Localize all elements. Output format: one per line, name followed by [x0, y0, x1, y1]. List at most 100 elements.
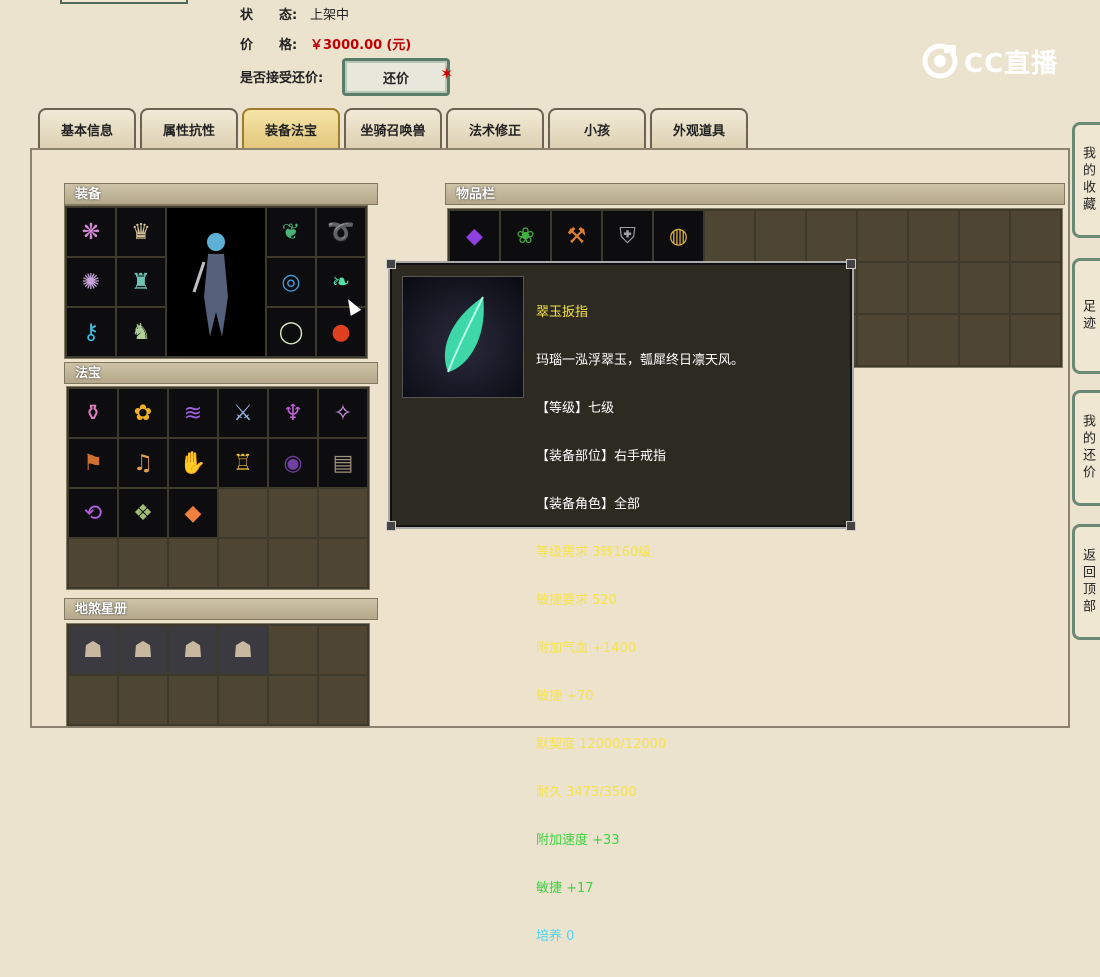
treasure-slot[interactable]: ❖ [119, 489, 167, 537]
star-card-slot-empty[interactable] [269, 626, 317, 674]
treasure-slot-empty[interactable] [219, 539, 267, 587]
star-card-slot[interactable]: ☗ [169, 626, 217, 674]
treasure-slot[interactable]: ♆ [269, 389, 317, 437]
inventory-slot[interactable]: ⚒ [552, 211, 601, 261]
tab-label: 外观道具 [672, 123, 725, 139]
equip-slot-orb[interactable]: ● [317, 308, 365, 356]
treasure-slot[interactable]: ⚑ [69, 439, 117, 487]
treasure-slot[interactable]: ✧ [319, 389, 367, 437]
star-card-slot-empty[interactable] [169, 676, 217, 724]
inventory-slot-empty[interactable] [1011, 263, 1060, 313]
my-favorites-button[interactable]: 我的收藏 [1072, 122, 1100, 238]
equip-slot-necklace[interactable]: ♛ [117, 208, 165, 256]
treasure-slot-empty[interactable] [219, 489, 267, 537]
inventory-slot-empty[interactable] [705, 211, 754, 261]
treasure-slot[interactable]: ♫ [119, 439, 167, 487]
inventory-slot-empty[interactable] [909, 315, 958, 365]
tooltip-corner [386, 259, 396, 269]
treasure-slot[interactable]: ⟲ [69, 489, 117, 537]
equip-slot-ring-right[interactable]: ❧ [317, 258, 365, 306]
treasure-slot[interactable]: ⚱ [69, 389, 117, 437]
tab-equipment[interactable]: 装备法宝 [242, 108, 340, 148]
treasure-slot-empty[interactable] [269, 489, 317, 537]
item-name: 翠玉扳指 [536, 305, 589, 320]
equip-slot-head[interactable]: ❋ [67, 208, 115, 256]
equip-slot-bracelet[interactable]: ◯ [267, 308, 315, 356]
equipment-grid: ❋ ♛ ❦ ➰ ✺ ♜ ◎ ❧ ⚷ ♞ ◯ ● [64, 205, 368, 359]
treasure-slot[interactable]: ✋ [169, 439, 217, 487]
inventory-slot-empty[interactable] [1011, 315, 1060, 365]
star-card-slot[interactable]: ☗ [219, 626, 267, 674]
treasure-slot-empty[interactable] [69, 539, 117, 587]
footprint-button[interactable]: 足迹 [1072, 258, 1100, 374]
counter-offer-button[interactable]: 还价 [342, 58, 450, 96]
star-card-slot[interactable]: ☗ [119, 626, 167, 674]
inventory-slot-empty[interactable] [756, 211, 805, 261]
inventory-slot-empty[interactable] [858, 211, 907, 261]
treasure-slot[interactable]: ▤ [319, 439, 367, 487]
star-card-slot-empty[interactable] [319, 676, 367, 724]
equip-slot-mask[interactable]: ❦ [267, 208, 315, 256]
tab-child[interactable]: 小孩 [548, 108, 646, 148]
cc-logo-icon [922, 43, 958, 79]
treasure-slot-empty[interactable] [169, 539, 217, 587]
equip-slot-ring-left[interactable]: ◎ [267, 258, 315, 306]
star-card-slot-empty[interactable] [69, 676, 117, 724]
treasure-slot[interactable]: ◆ [169, 489, 217, 537]
tooltip-corner [846, 521, 856, 531]
star-book-grid: ☗ ☗ ☗ ☗ [66, 623, 370, 727]
treasure-slot[interactable]: ≋ [169, 389, 217, 437]
equip-slot-boots[interactable]: ♞ [117, 308, 165, 356]
tooltip-corner [846, 259, 856, 269]
inventory-slot[interactable]: ◆ [450, 211, 499, 261]
close-icon[interactable]: ✶ [440, 64, 453, 83]
sidebar-label: 我的收藏 [1080, 146, 1095, 214]
inventory-slot-empty[interactable] [960, 211, 1009, 261]
inventory-slot-empty[interactable] [1011, 211, 1060, 261]
inventory-slot[interactable]: ❀ [501, 211, 550, 261]
tab-appearance[interactable]: 外观道具 [650, 108, 748, 148]
inventory-slot[interactable]: ⛨ [603, 211, 652, 261]
treasure-slot[interactable]: ⚔ [219, 389, 267, 437]
equip-slot-armor[interactable]: ♜ [117, 258, 165, 306]
star-card-slot-empty[interactable] [219, 676, 267, 724]
equip-slot-weapon[interactable]: ✺ [67, 258, 115, 306]
star-card-slot-empty[interactable] [319, 626, 367, 674]
treasure-slot[interactable]: ✿ [119, 389, 167, 437]
tab-spell-correction[interactable]: 法术修正 [446, 108, 544, 148]
star-card-slot-empty[interactable] [119, 676, 167, 724]
inventory-slot-empty[interactable] [909, 263, 958, 313]
treasure-slot[interactable]: ◉ [269, 439, 317, 487]
item-level-req: 等级需求 3转160级 [536, 545, 652, 560]
equipment-header: 装备 [64, 183, 378, 205]
treasure-slot-empty[interactable] [269, 539, 317, 587]
cc-live-logo: CC直播 [920, 40, 1066, 82]
tab-basic-info[interactable]: 基本信息 [38, 108, 136, 148]
equip-slot-belt[interactable]: ➰ [317, 208, 365, 256]
inventory-slot-empty[interactable] [960, 315, 1009, 365]
equip-slot-trinket[interactable]: ⚷ [67, 308, 115, 356]
jade-ring-item-image [402, 276, 524, 398]
star-card-slot-empty[interactable] [269, 676, 317, 724]
inventory-slot-empty[interactable] [858, 315, 907, 365]
treasure-slot[interactable]: ♖ [219, 439, 267, 487]
star-card-slot[interactable]: ☗ [69, 626, 117, 674]
back-to-top-button[interactable]: 返回顶部 [1072, 524, 1100, 640]
item-agility-req: 敏捷要求 520 [536, 593, 617, 608]
inventory-slot-empty[interactable] [960, 263, 1009, 313]
tab-mounts-summons[interactable]: 坐骑召唤兽 [344, 108, 442, 148]
inventory-slot[interactable]: ◍ [654, 211, 703, 261]
treasure-slot-empty[interactable] [119, 539, 167, 587]
inventory-slot-empty[interactable] [858, 263, 907, 313]
tab-attributes[interactable]: 属性抗性 [140, 108, 238, 148]
my-counter-offers-button[interactable]: 我的还价 [1072, 390, 1100, 506]
counter-offer-button-label: 还价 [382, 71, 409, 87]
tab-label: 小孩 [583, 123, 610, 139]
treasure-slot-empty[interactable] [319, 489, 367, 537]
inventory-slot-empty[interactable] [807, 211, 856, 261]
inventory-slot-empty[interactable] [909, 211, 958, 261]
tab-label: 属性抗性 [162, 123, 215, 139]
treasure-grid: ⚱ ✿ ≋ ⚔ ♆ ✧ ⚑ ♫ ✋ ♖ ◉ ▤ ⟲ ❖ ◆ [66, 386, 370, 590]
item-durability: 耐久 3473/3500 [536, 785, 637, 800]
treasure-slot-empty[interactable] [319, 539, 367, 587]
